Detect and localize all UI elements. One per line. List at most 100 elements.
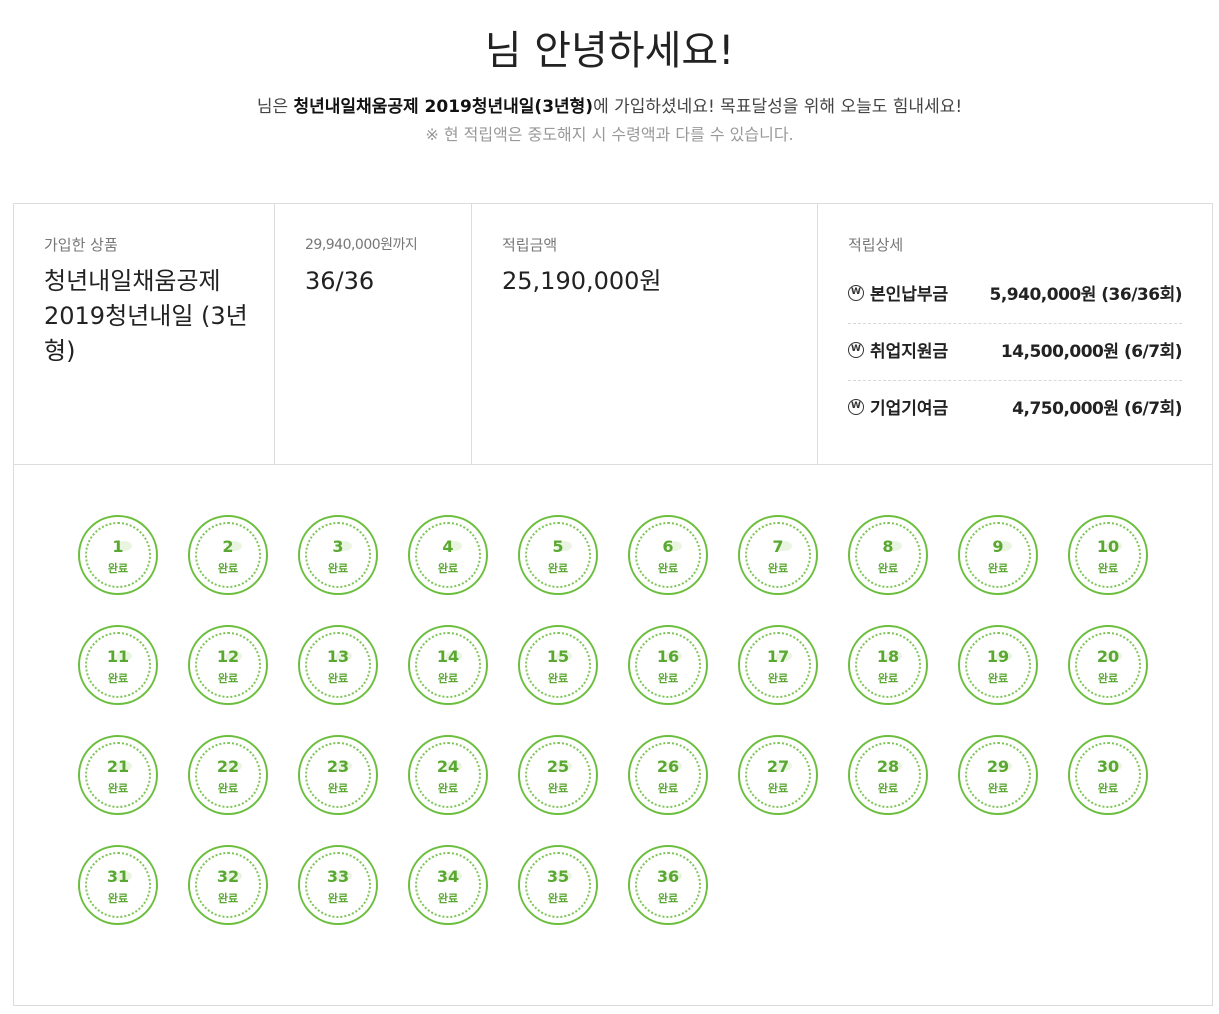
stamp-number: 19 xyxy=(986,647,1010,666)
amount-value: 25,190,000원 xyxy=(502,267,662,295)
payment-stamp: 20 완료 xyxy=(1068,625,1148,705)
stamp-number: 6 xyxy=(662,537,674,556)
payment-stamp: 32 완료 xyxy=(188,845,268,925)
stamp-status: 완료 xyxy=(547,672,569,685)
stamp-status: 완료 xyxy=(327,562,349,575)
payment-stamp: 30 완료 xyxy=(1068,735,1148,815)
target-progress: 36/36 xyxy=(305,267,375,295)
sub-prefix: 님은 xyxy=(256,97,294,117)
won-icon: W xyxy=(848,399,864,415)
detail-value: 5,940,000원 (36/36회) xyxy=(989,285,1183,305)
stamp-number: 25 xyxy=(546,757,570,776)
stamp-status: 완료 xyxy=(657,562,679,575)
stamp-number: 9 xyxy=(992,537,1004,556)
payment-stamp: 8 완료 xyxy=(848,515,928,595)
stamp-status: 완료 xyxy=(657,672,679,685)
stamp-number: 3 xyxy=(332,537,344,556)
payment-stamp: 28 완료 xyxy=(848,735,928,815)
stamp-number: 21 xyxy=(106,757,130,776)
payment-stamp: 5 완료 xyxy=(518,515,598,595)
stamp-number: 32 xyxy=(216,867,240,886)
stamp-number: 23 xyxy=(326,757,350,776)
won-icon: W xyxy=(848,342,864,358)
detail-row-employment-support: W 취업지원금 14,500,000원 (6/7회) xyxy=(848,325,1183,381)
stamp-status: 완료 xyxy=(767,562,789,575)
detail-name: 본인납부금 xyxy=(870,285,949,305)
stamp-number: 35 xyxy=(546,867,570,886)
payment-stamp: 13 완료 xyxy=(298,625,378,705)
payment-stamp: 14 완료 xyxy=(408,625,488,705)
payment-stamp: 31 완료 xyxy=(78,845,158,925)
payment-stamp: 26 완료 xyxy=(628,735,708,815)
stamp-number: 29 xyxy=(986,757,1010,776)
stamp-status: 완료 xyxy=(767,672,789,685)
stamp-status: 완료 xyxy=(987,562,1009,575)
stamp-number: 2 xyxy=(222,537,234,556)
stamp-number: 14 xyxy=(436,647,460,666)
detail-row-self-payment: W 본인납부금 5,940,000원 (36/36회) xyxy=(848,268,1183,324)
stamp-status: 완료 xyxy=(987,672,1009,685)
savings-card: 가입한 상품 청년내일채움공제 2019청년내일 (3년형) 29,940,00… xyxy=(13,203,1213,1006)
payment-stamp: 7 완료 xyxy=(738,515,818,595)
amount-column: 적립금액 25,190,000원 xyxy=(472,204,818,465)
payment-stamp: 35 완료 xyxy=(518,845,598,925)
stamp-status: 완료 xyxy=(877,782,899,795)
payment-stamp: 25 완료 xyxy=(518,735,598,815)
greeting-title: 님 안녕하세요! xyxy=(484,28,735,74)
stamp-number: 4 xyxy=(442,537,454,556)
stamp-status: 완료 xyxy=(547,782,569,795)
summary-section: 가입한 상품 청년내일채움공제 2019청년내일 (3년형) 29,940,00… xyxy=(14,204,1212,465)
detail-row-company-contribution: W 기업기여금 4,750,000원 (6/7회) xyxy=(848,382,1182,438)
payment-stamp: 15 완료 xyxy=(518,625,598,705)
payment-stamp: 22 완료 xyxy=(188,735,268,815)
stamp-status: 완료 xyxy=(437,782,459,795)
stamp-status: 완료 xyxy=(437,562,459,575)
stamp-status: 완료 xyxy=(987,782,1009,795)
detail-label: 적립상세 xyxy=(848,236,904,254)
stamp-number: 15 xyxy=(546,647,570,666)
stamp-number: 7 xyxy=(772,537,784,556)
payment-stamp: 36 완료 xyxy=(628,845,708,925)
payment-stamp: 12 완료 xyxy=(188,625,268,705)
stamp-status: 완료 xyxy=(107,782,129,795)
detail-value: 14,500,000원 (6/7회) xyxy=(1000,342,1183,362)
stamp-number: 1 xyxy=(112,537,124,556)
payment-stamp: 4 완료 xyxy=(408,515,488,595)
detail-name: 취업지원금 xyxy=(870,342,949,362)
stamp-status: 완료 xyxy=(437,672,459,685)
payment-stamp: 33 완료 xyxy=(298,845,378,925)
notice-text: ※ 현 적립액은 중도해지 시 수령액과 다를 수 있습니다. xyxy=(425,125,794,144)
stamp-status: 완료 xyxy=(327,782,349,795)
target-column: 29,940,000원까지 36/36 xyxy=(275,204,472,465)
stamp-number: 16 xyxy=(656,647,680,666)
stamp-status: 완료 xyxy=(1097,562,1119,575)
payment-stamp: 11 완료 xyxy=(78,625,158,705)
stamp-number: 27 xyxy=(766,757,790,776)
payment-stamp: 10 완료 xyxy=(1068,515,1148,595)
subscription-message: 님은 청년내일채움공제 2019청년내일(3년형)에 가입하셨네요! 목표달성을… xyxy=(0,92,1219,117)
stamp-status: 완료 xyxy=(547,562,569,575)
stamp-status: 완료 xyxy=(1097,782,1119,795)
stamp-status: 완료 xyxy=(217,672,239,685)
stamp-number: 11 xyxy=(106,647,130,666)
payment-stamp: 29 완료 xyxy=(958,735,1038,815)
stamp-status: 완료 xyxy=(1097,672,1119,685)
payment-stamp: 21 완료 xyxy=(78,735,158,815)
payment-stamp: 17 완료 xyxy=(738,625,818,705)
stamp-number: 12 xyxy=(216,647,240,666)
payment-stamp: 3 완료 xyxy=(298,515,378,595)
stamp-status: 완료 xyxy=(217,782,239,795)
payment-stamp: 19 완료 xyxy=(958,625,1038,705)
stamp-number: 10 xyxy=(1096,537,1120,556)
sub-suffix: 에 가입하셨네요! 목표달성을 위해 오늘도 힘내세요! xyxy=(593,97,963,117)
payment-stamp: 18 완료 xyxy=(848,625,928,705)
payment-stamp: 6 완료 xyxy=(628,515,708,595)
stamp-status: 완료 xyxy=(217,892,239,905)
stamp-status: 완료 xyxy=(547,892,569,905)
stamp-status: 완료 xyxy=(107,672,129,685)
stamp-number: 34 xyxy=(436,867,460,886)
stamp-status: 완료 xyxy=(437,892,459,905)
stamp-number: 33 xyxy=(326,867,350,886)
stamp-status: 완료 xyxy=(107,562,129,575)
stamp-status: 완료 xyxy=(877,672,899,685)
